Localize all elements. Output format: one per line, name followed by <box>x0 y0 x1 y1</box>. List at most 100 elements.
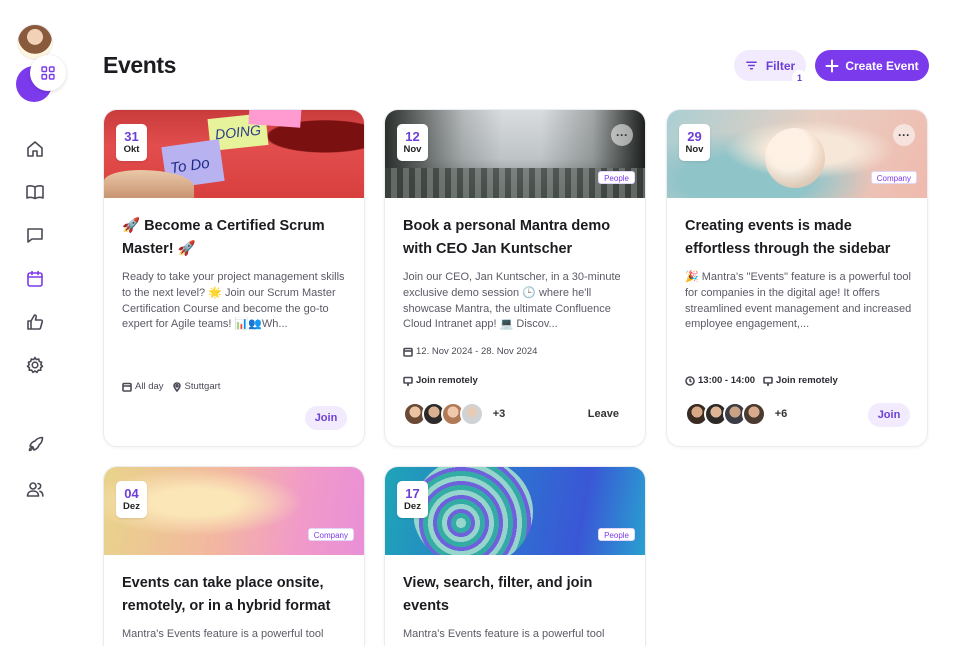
calendar-small-icon <box>122 382 132 392</box>
create-event-label: Create Event <box>845 58 919 73</box>
event-title[interactable]: View, search, filter, and join events <box>403 572 635 618</box>
event-date-range: 12. Nov 2024 - 28. Nov 2024 <box>403 346 537 357</box>
date-badge: 31 Okt <box>116 124 147 161</box>
event-description: Ready to take your project management sk… <box>122 271 345 331</box>
sidebar-item-chat[interactable] <box>24 224 46 246</box>
event-title[interactable]: Book a personal Mantra demo with CEO Jan… <box>403 215 635 261</box>
join-button[interactable]: Join <box>868 403 910 427</box>
event-cover-image: 17 Dez People <box>385 467 645 555</box>
event-card[interactable]: DOING To Do 31 Okt 🚀 Become a Certified … <box>103 109 365 447</box>
date-month: Okt <box>123 143 140 155</box>
home-icon <box>27 141 43 157</box>
page-title: Events <box>103 52 177 78</box>
join-remotely-info: Join remotely <box>763 375 838 386</box>
event-meta: Join remotely <box>403 375 478 386</box>
monitor-icon <box>763 376 773 386</box>
event-time: 13:00 - 14:00 <box>685 375 755 386</box>
more-attendees-count[interactable]: +3 <box>485 400 513 428</box>
event-meta: All day Stuttgart <box>122 381 220 392</box>
join-remotely-text: Join remotely <box>776 375 838 386</box>
event-description: Mantra's Events feature is a powerful to… <box>403 628 605 640</box>
join-button[interactable]: Join <box>305 406 347 430</box>
date-range-text: 12. Nov 2024 - 28. Nov 2024 <box>416 346 538 357</box>
rocket-icon <box>28 436 44 452</box>
event-time-text: All day <box>135 381 164 392</box>
more-options-button[interactable]: ··· <box>893 124 915 146</box>
event-card[interactable]: 12 Nov ··· People Book a personal Mantra… <box>384 109 646 447</box>
gear-icon <box>26 356 44 374</box>
attendee-list[interactable]: +6 <box>685 400 795 428</box>
date-month: Dez <box>123 500 140 512</box>
event-cover-image: 12 Nov ··· People <box>385 110 645 198</box>
date-badge: 04 Dez <box>116 481 147 518</box>
event-card[interactable]: 17 Dez People View, search, filter, and … <box>384 466 646 646</box>
event-description: 🎉 Mantra's "Events" feature is a powerfu… <box>685 271 912 331</box>
date-day: 29 <box>687 128 702 144</box>
join-remotely-text: Join remotely <box>416 375 478 386</box>
attendee-avatar <box>742 402 766 426</box>
leave-button[interactable]: Leave <box>588 408 619 420</box>
filter-icon <box>745 61 757 70</box>
audience-tag: People <box>598 528 635 541</box>
event-card[interactable]: 04 Dez Company Events can take place ons… <box>103 466 365 646</box>
filter-label: Filter <box>765 58 796 73</box>
sidebar-item-settings[interactable] <box>24 354 46 376</box>
create-event-button[interactable]: Create Event <box>815 50 929 81</box>
filter-count-badge: 1 <box>792 70 807 85</box>
event-cover-image: 29 Nov ··· Company <box>667 110 927 198</box>
audience-tag: People <box>598 171 635 184</box>
date-month: Dez <box>404 500 421 512</box>
event-location: Stuttgart <box>172 381 221 392</box>
sculpture-shape <box>765 128 825 188</box>
grid-icon <box>41 66 55 80</box>
book-icon <box>26 185 44 200</box>
date-month: Nov <box>403 143 422 155</box>
users-icon <box>26 482 44 497</box>
plus-icon <box>825 59 839 72</box>
event-cover-image: 04 Dez Company <box>104 467 364 555</box>
date-month: Nov <box>685 143 704 155</box>
clock-icon <box>685 375 695 386</box>
event-description: Mantra's Events feature is a powerful to… <box>122 628 324 640</box>
audience-tag: Company <box>870 171 917 184</box>
monitor-icon <box>403 376 413 386</box>
date-day: 12 <box>405 128 420 144</box>
event-location-text: Stuttgart <box>184 381 221 392</box>
event-meta: 13:00 - 14:00 Join remotely <box>685 375 838 386</box>
sidebar-item-whats-new[interactable] <box>24 434 46 456</box>
event-description: Join our CEO, Jan Kuntscher, in a 30-min… <box>403 271 621 331</box>
event-card[interactable]: 29 Nov ··· Company Creating events is ma… <box>666 109 928 447</box>
audience-tag: Company <box>307 528 354 541</box>
attendee-list[interactable]: +3 <box>403 400 513 428</box>
date-badge: 17 Dez <box>397 481 428 518</box>
date-day: 17 <box>405 485 420 501</box>
sidebar-item-events[interactable] <box>24 268 46 290</box>
app-switcher-button[interactable] <box>30 55 66 91</box>
event-time-text: 13:00 - 14:00 <box>698 375 756 386</box>
event-title[interactable]: Creating events is made effortless throu… <box>685 215 917 261</box>
date-range: 12. Nov 2024 - 28. Nov 2024 <box>403 346 537 357</box>
date-badge: 12 Nov <box>397 124 428 161</box>
calendar-small-icon <box>403 347 413 357</box>
calendar-icon <box>27 270 43 287</box>
date-badge: 29 Nov <box>679 124 710 161</box>
attendee-avatar <box>460 402 484 426</box>
abstract-shape <box>413 467 533 555</box>
more-options-button[interactable]: ··· <box>611 124 633 146</box>
location-pin-icon <box>172 381 181 392</box>
thumbs-up-icon <box>27 314 44 330</box>
event-title[interactable]: 🚀 Become a Certified Scrum Master! 🚀 <box>122 215 354 261</box>
join-remotely-info: Join remotely <box>403 375 478 386</box>
event-title[interactable]: Events can take place onsite, remotely, … <box>122 572 354 618</box>
chat-icon <box>27 228 43 243</box>
sidebar-item-kudos[interactable] <box>24 311 46 333</box>
sidebar-item-home[interactable] <box>24 138 46 160</box>
sidebar <box>0 0 70 646</box>
event-time: All day <box>122 381 164 392</box>
date-day: 04 <box>124 485 139 501</box>
sidebar-item-knowledge[interactable] <box>24 181 46 203</box>
sidebar-item-people[interactable] <box>24 478 46 500</box>
date-day: 31 <box>124 128 139 144</box>
more-attendees-count[interactable]: +6 <box>767 400 795 428</box>
event-cover-image: DOING To Do 31 Okt <box>104 110 364 198</box>
